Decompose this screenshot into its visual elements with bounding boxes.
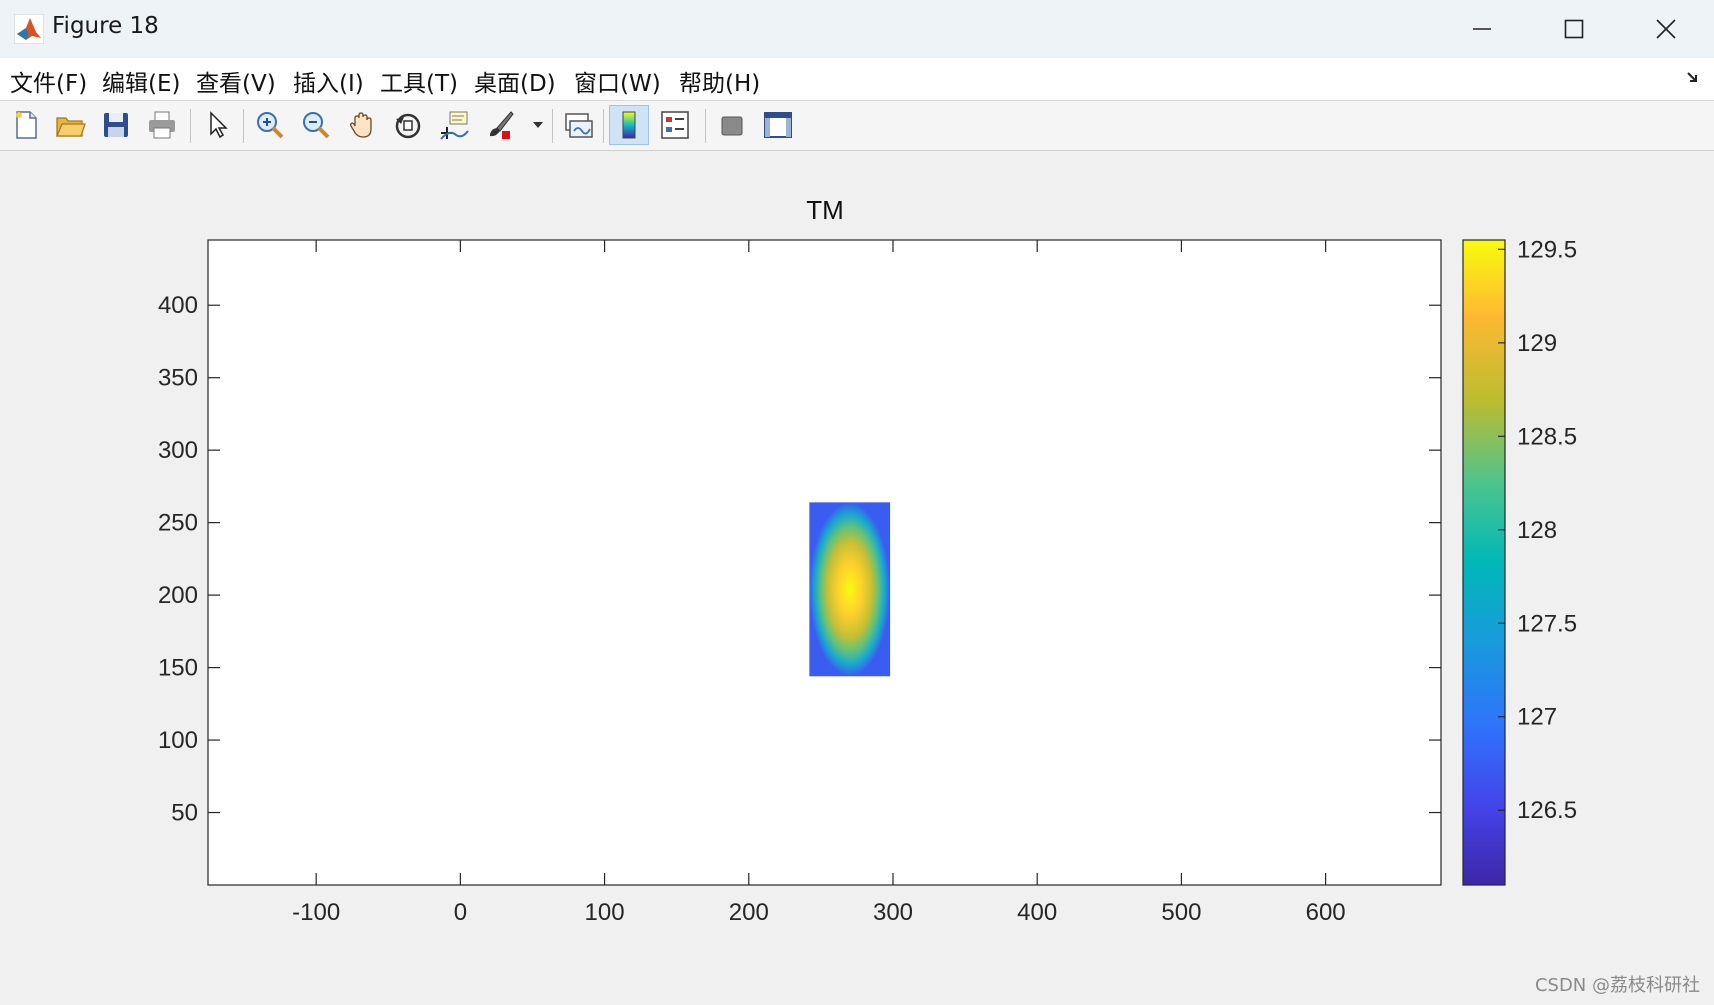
colorbar[interactable] xyxy=(1462,239,1506,886)
watermark: CSDN @荔枝科研社 xyxy=(1534,975,1700,996)
open-file-icon xyxy=(56,117,86,137)
colorbar-tick-label: 127 xyxy=(1517,704,1557,731)
y-tick-label: 100 xyxy=(158,727,198,754)
show-plot-tools-icon xyxy=(764,112,792,138)
x-tick-label: 300 xyxy=(873,899,913,926)
data-cursor-button[interactable] xyxy=(434,105,474,145)
y-tick-label: 300 xyxy=(158,437,198,464)
zoom-out-button[interactable] xyxy=(296,105,336,145)
menu-edit[interactable]: 编辑(E) xyxy=(102,64,180,98)
y-tick-label: 50 xyxy=(171,800,198,827)
show-plot-tools-button[interactable] xyxy=(758,105,798,145)
x-tick-label: 400 xyxy=(1017,899,1057,926)
select-button[interactable] xyxy=(197,105,237,145)
legend-button[interactable] xyxy=(655,105,695,145)
title-bar: Figure 18 xyxy=(0,0,1714,59)
link-plot-icon xyxy=(565,113,593,138)
legend-icon xyxy=(661,111,689,139)
pan-hand-icon xyxy=(350,112,372,138)
brush-dropdown-icon[interactable] xyxy=(533,122,543,130)
print-icon xyxy=(149,111,175,139)
close-button[interactable] xyxy=(1620,0,1712,58)
colorbar-icon xyxy=(622,111,636,139)
figure-canvas: TM -100 0 100 200 300 400 500 600 50 100 150 200 25… xyxy=(0,151,1714,1005)
zoom-in-icon xyxy=(257,112,284,139)
colorbar-tick-label: 128 xyxy=(1517,517,1557,544)
y-tick-label: 350 xyxy=(158,365,198,392)
maximize-button[interactable] xyxy=(1528,0,1620,58)
x-tick-label: 100 xyxy=(585,899,625,926)
chart-title: TM xyxy=(806,195,844,225)
print-button[interactable] xyxy=(142,105,182,145)
y-tick-label: 400 xyxy=(158,292,198,319)
dock-arrow-icon[interactable] xyxy=(1686,70,1702,86)
matlab-logo-icon xyxy=(14,14,44,44)
save-icon xyxy=(104,113,128,137)
close-icon xyxy=(1656,19,1676,39)
toolbar xyxy=(0,101,1714,151)
menu-insert[interactable]: 插入(I) xyxy=(293,64,364,98)
menu-help[interactable]: 帮助(H) xyxy=(679,64,760,98)
brush-icon xyxy=(490,111,514,139)
heatmap-patch xyxy=(809,502,891,677)
menu-bar: 文件(F) 编辑(E) 查看(V) 插入(I) 工具(T) 桌面(D) 窗口(W… xyxy=(0,58,1714,101)
link-plot-button[interactable] xyxy=(558,105,598,145)
hide-plot-tools-button[interactable] xyxy=(712,105,752,145)
open-file-button[interactable] xyxy=(50,105,90,145)
x-tick-label: -100 xyxy=(292,899,340,926)
maximize-icon xyxy=(1564,19,1584,39)
x-tick-label: 0 xyxy=(454,899,467,926)
new-figure-icon xyxy=(16,111,37,139)
menu-window[interactable]: 窗口(W) xyxy=(574,64,661,98)
y-tick-label: 150 xyxy=(158,655,198,682)
menu-file[interactable]: 文件(F) xyxy=(10,64,87,98)
pan-button[interactable] xyxy=(342,105,382,145)
colorbar-button[interactable] xyxy=(609,105,649,145)
rotate-3d-button[interactable] xyxy=(388,105,428,145)
y-tick-label: 250 xyxy=(158,510,198,537)
x-tick-label: 200 xyxy=(729,899,769,926)
colorbar-tick-label: 126.5 xyxy=(1517,797,1577,824)
rotate-3d-icon xyxy=(395,113,421,139)
colorbar-tick-label: 129 xyxy=(1517,330,1557,357)
colorbar-tick-label: 129.5 xyxy=(1517,236,1577,263)
window-title: Figure 18 xyxy=(52,13,159,39)
menu-tools[interactable]: 工具(T) xyxy=(380,64,458,98)
new-figure-button[interactable] xyxy=(6,105,46,145)
x-tick-label: 500 xyxy=(1161,899,1201,926)
y-tick-label: 200 xyxy=(158,582,198,609)
data-cursor-icon xyxy=(440,111,469,140)
colorbar-ticks: 126.5 127 127.5 128 128.5 129 129.5 xyxy=(1498,236,1577,824)
figure-plot[interactable]: TM -100 0 100 200 300 400 500 600 50 100 150 200 25… xyxy=(0,151,1714,1005)
minimize-icon xyxy=(1473,28,1491,30)
menu-view[interactable]: 查看(V) xyxy=(196,64,276,98)
brush-button[interactable] xyxy=(480,105,520,145)
zoom-in-button[interactable] xyxy=(250,105,290,145)
x-tick-label: 600 xyxy=(1306,899,1346,926)
menu-desktop[interactable]: 桌面(D) xyxy=(474,64,556,98)
hide-plot-tools-icon xyxy=(721,116,743,136)
save-button[interactable] xyxy=(96,105,136,145)
minimize-button[interactable] xyxy=(1436,0,1528,58)
colorbar-tick-label: 127.5 xyxy=(1517,610,1577,637)
colorbar-tick-label: 128.5 xyxy=(1517,423,1577,450)
zoom-out-icon xyxy=(303,112,330,139)
select-arrow-icon xyxy=(210,111,228,139)
